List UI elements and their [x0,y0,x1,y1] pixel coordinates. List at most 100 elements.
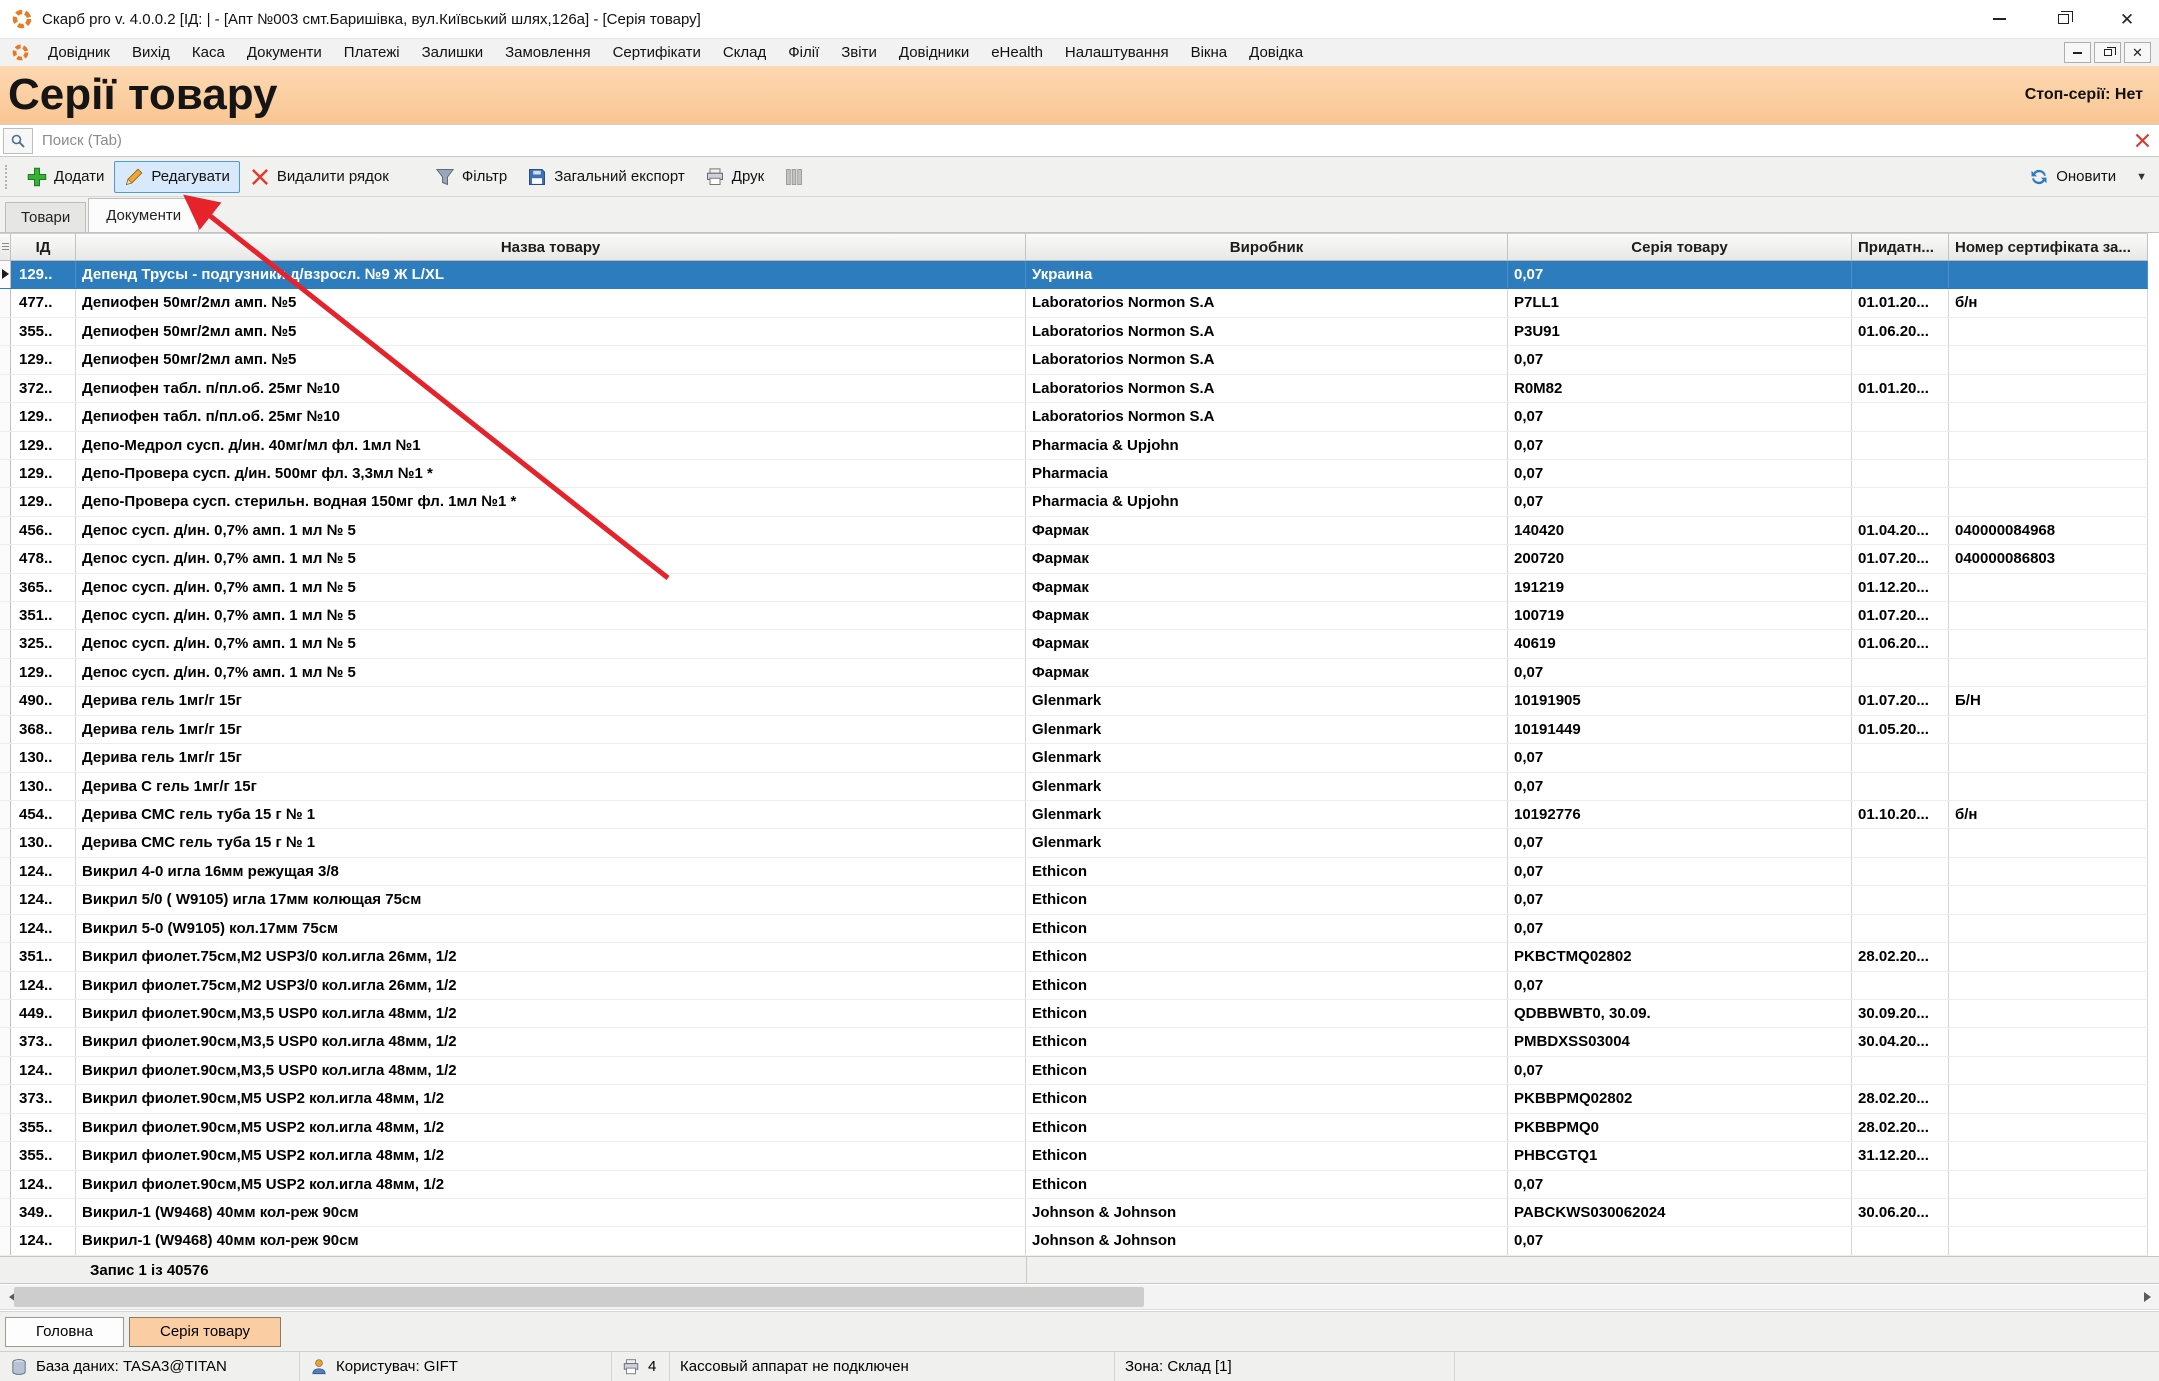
table-cell[interactable] [1949,858,2148,885]
table-cell[interactable] [1852,972,1949,999]
table-cell[interactable]: Дерива гель 1мг/г 15г [76,716,1026,743]
column-header-4[interactable]: Придатн... [1852,234,1949,260]
menu-item-Документи[interactable]: Документи [236,39,333,66]
search-button[interactable] [3,128,33,154]
table-cell[interactable]: 01.06.20... [1852,630,1949,657]
table-cell[interactable]: Депос сусп. д/ин. 0,7% амп. 1 мл № 5 [76,602,1026,629]
table-cell[interactable]: 351.. [11,943,76,970]
table-cell[interactable]: 0,07 [1508,972,1852,999]
menu-item-Замовлення[interactable]: Замовлення [494,39,601,66]
table-row[interactable]: 449..Викрил фиолет.90см,М3,5 USP0 кол.иг… [0,1000,2148,1028]
table-cell[interactable]: 355.. [11,1114,76,1141]
menu-item-Склад[interactable]: Склад [712,39,777,66]
table-cell[interactable]: 0,07 [1508,488,1852,515]
table-cell[interactable] [1949,346,2148,373]
table-cell[interactable] [1852,915,1949,942]
table-cell[interactable]: Фармак [1026,545,1508,572]
refresh-button[interactable]: Оновити [2019,161,2126,193]
table-row[interactable]: 129..Депенд Трусы - подгузники д/взросл.… [0,261,2148,289]
column-header-0[interactable]: ІД [11,234,76,260]
table-cell[interactable]: 355.. [11,318,76,345]
table-cell[interactable]: R0M82 [1508,375,1852,402]
table-cell[interactable] [1852,432,1949,459]
table-cell[interactable] [1852,659,1949,686]
table-cell[interactable]: 01.05.20... [1852,716,1949,743]
table-row[interactable]: 130..Дерива С гель 1мг/г 15гGlenmark0,07 [0,773,2148,801]
table-cell[interactable] [1852,1057,1949,1084]
table-cell[interactable]: Викрил 5-0 (W9105) кол.17мм 75см [76,915,1026,942]
table-row[interactable]: 129..Депо-Провера сусп. стерильн. водная… [0,488,2148,516]
table-cell[interactable] [1852,886,1949,913]
table-cell[interactable]: Дерива гель 1мг/г 15г [76,744,1026,771]
menu-item-Платежі[interactable]: Платежі [333,39,411,66]
table-cell[interactable]: 040000084968 [1949,517,2148,544]
table-cell[interactable]: 130.. [11,773,76,800]
table-cell[interactable] [1949,403,2148,430]
table-cell[interactable]: 0,07 [1508,1227,1852,1254]
table-cell[interactable]: 0,07 [1508,858,1852,885]
menu-item-Вікна[interactable]: Вікна [1180,39,1239,66]
table-cell[interactable]: 01.07.20... [1852,545,1949,572]
table-cell[interactable]: 30.09.20... [1852,1000,1949,1027]
table-cell[interactable] [1852,858,1949,885]
table-cell[interactable]: Glenmark [1026,773,1508,800]
table-cell[interactable]: 130.. [11,744,76,771]
table-row[interactable]: 477..Депиофен 50мг/2мл амп. №5Laboratori… [0,289,2148,317]
table-row[interactable]: 456..Депос сусп. д/ин. 0,7% амп. 1 мл № … [0,517,2148,545]
table-cell[interactable]: 0,07 [1508,915,1852,942]
column-header-3[interactable]: Серія товару [1508,234,1852,260]
table-cell[interactable]: Фармак [1026,630,1508,657]
table-cell[interactable]: Депиофен 50мг/2мл амп. №5 [76,289,1026,316]
menu-item-Довідка[interactable]: Довідка [1238,39,1314,66]
table-cell[interactable]: 10191905 [1508,687,1852,714]
table-cell[interactable]: Фармак [1026,517,1508,544]
table-cell[interactable]: 0,07 [1508,261,1852,288]
table-cell[interactable] [1852,1171,1949,1198]
table-cell[interactable]: Депос сусп. д/ин. 0,7% амп. 1 мл № 5 [76,630,1026,657]
table-cell[interactable]: 191219 [1508,574,1852,601]
column-header-1[interactable]: Назва товару [76,234,1026,260]
table-cell[interactable]: 129.. [11,659,76,686]
table-cell[interactable] [1852,261,1949,288]
table-row[interactable]: 355..Викрил фиолет.90см,М5 USP2 кол.игла… [0,1142,2148,1170]
table-cell[interactable]: 01.01.20... [1852,289,1949,316]
table-cell[interactable]: QDBBWBT0, 30.09. [1508,1000,1852,1027]
table-cell[interactable]: 0,07 [1508,1057,1852,1084]
table-cell[interactable]: 373.. [11,1085,76,1112]
table-cell[interactable]: Ethicon [1026,1057,1508,1084]
table-cell[interactable]: 124.. [11,1057,76,1084]
table-cell[interactable]: 040000086803 [1949,545,2148,572]
table-cell[interactable] [1852,403,1949,430]
table-row[interactable]: 351..Викрил фиолет.75см,М2 USP3/0 кол.иг… [0,943,2148,971]
table-cell[interactable]: 0,07 [1508,829,1852,856]
table-row[interactable]: 454..Дерива СМС гель туба 15 г № 1Glenma… [0,801,2148,829]
table-cell[interactable]: 478.. [11,545,76,572]
table-cell[interactable]: 01.01.20... [1852,375,1949,402]
menu-item-Довідники[interactable]: Довідники [888,39,980,66]
table-cell[interactable]: Laboratorios Normon S.A [1026,346,1508,373]
grid-corner-menu-icon[interactable] [0,234,11,260]
table-cell[interactable]: 129.. [11,261,76,288]
table-cell[interactable]: 30.06.20... [1852,1199,1949,1226]
table-cell[interactable]: Laboratorios Normon S.A [1026,289,1508,316]
table-cell[interactable]: Фармак [1026,574,1508,601]
minimize-button[interactable] [1967,0,2031,38]
table-row[interactable]: 349..Викрил-1 (W9468) 40мм кол-реж 90смJ… [0,1199,2148,1227]
table-cell[interactable]: 124.. [11,915,76,942]
table-cell[interactable]: Glenmark [1026,801,1508,828]
menu-item-eHealth[interactable]: eHealth [980,39,1054,66]
table-cell[interactable]: 325.. [11,630,76,657]
table-cell[interactable] [1852,346,1949,373]
table-row[interactable]: 124..Викрил-1 (W9468) 40мм кол-реж 90смJ… [0,1227,2148,1255]
table-cell[interactable] [1949,1142,2148,1169]
table-cell[interactable]: PKBBPMQ02802 [1508,1085,1852,1112]
table-cell[interactable] [1852,829,1949,856]
table-cell[interactable]: 31.12.20... [1852,1142,1949,1169]
filter-button[interactable]: Фільтр [425,161,517,193]
table-cell[interactable]: Викрил 4-0 игла 16мм режущая 3/8 [76,858,1026,885]
table-cell[interactable] [1949,1171,2148,1198]
column-chooser-button[interactable] [774,161,814,193]
table-cell[interactable] [1949,915,2148,942]
table-cell[interactable]: 129.. [11,346,76,373]
table-cell[interactable]: Дерива СМС гель туба 15 г № 1 [76,801,1026,828]
